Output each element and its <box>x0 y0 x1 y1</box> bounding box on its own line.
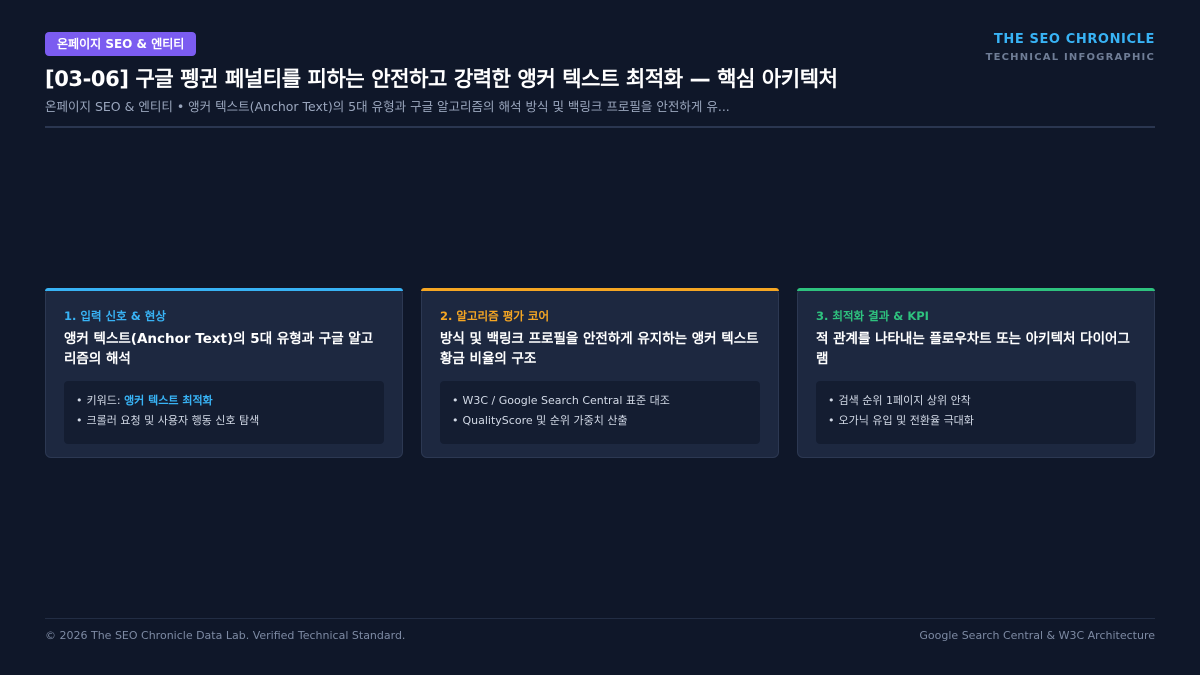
bullet-dot-icon: • <box>452 414 459 427</box>
card-detail-box: • 키워드: 앵커 텍스트 최적화 • 크롤러 요청 및 사용자 행동 신호 탐색 <box>64 381 384 444</box>
footer-copyright: © 2026 The SEO Chronicle Data Lab. Verif… <box>45 629 406 642</box>
bullet-dot-icon: • <box>76 394 83 407</box>
card-algorithm-core: 2. 알고리즘 평가 코어 방식 및 백링크 프로필을 안전하게 유지하는 앵커… <box>421 288 779 458</box>
list-item: • 키워드: 앵커 텍스트 최적화 <box>76 391 372 411</box>
list-item: • 크롤러 요청 및 사용자 행동 신호 탐색 <box>76 411 372 431</box>
card-detail-box: • 검색 순위 1페이지 상위 안착 • 오가닉 유입 및 전환율 극대화 <box>816 381 1136 444</box>
list-item: • QualityScore 및 순위 가중치 산출 <box>452 411 748 431</box>
list-item: • 검색 순위 1페이지 상위 안착 <box>828 391 1124 411</box>
item-text: 검색 순위 1페이지 상위 안착 <box>838 394 971 407</box>
card-step-label: 1. 입력 신호 & 현상 <box>64 309 166 323</box>
brand-subtitle: TECHNICAL INFOGRAPHIC <box>985 52 1155 63</box>
card-title: 적 관계를 나타내는 플로우차트 또는 아키텍처 다이어그램 <box>816 331 1130 367</box>
item-text: 크롤러 요청 및 사용자 행동 신호 탐색 <box>86 414 260 427</box>
footer-source: Google Search Central & W3C Architecture <box>919 629 1155 642</box>
card-title: 앵커 텍스트(Anchor Text)의 5대 유형과 구글 알고리즘의 해석 <box>64 331 374 367</box>
flow-cards: 1. 입력 신호 & 현상 앵커 텍스트(Anchor Text)의 5대 유형… <box>45 288 1155 458</box>
infographic-page: 온페이지 SEO & 엔티티 [03-06] 구글 펭귄 페널티를 피하는 안전… <box>0 0 1200 675</box>
bullet-dot-icon: • <box>828 414 835 427</box>
item-text: 오가닉 유입 및 전환율 극대화 <box>838 414 974 427</box>
item-prefix: 키워드: <box>86 394 125 407</box>
keyword-highlight: 앵커 텍스트 최적화 <box>124 394 213 407</box>
list-item: • W3C / Google Search Central 표준 대조 <box>452 391 748 411</box>
bullet-dot-icon: • <box>452 394 459 407</box>
card-step-label: 3. 최적화 결과 & KPI <box>816 309 929 323</box>
item-text: W3C / Google Search Central 표준 대조 <box>462 394 670 407</box>
item-text: QualityScore 및 순위 가중치 산출 <box>462 414 628 427</box>
header-divider <box>45 126 1155 128</box>
brand-block: THE SEO CHRONICLE TECHNICAL INFOGRAPHIC <box>986 32 1155 64</box>
brand-name: THE SEO CHRONICLE <box>993 32 1155 47</box>
bullet-dot-icon: • <box>828 394 835 407</box>
bullet-dot-icon: • <box>76 414 83 427</box>
card-accent-bar <box>45 288 403 291</box>
card-title: 방식 및 백링크 프로필을 안전하게 유지하는 앵커 텍스트 황금 비율의 구조 <box>440 331 759 367</box>
card-detail-box: • W3C / Google Search Central 표준 대조 • Qual… <box>440 381 760 444</box>
list-item: • 오가닉 유입 및 전환율 극대화 <box>828 411 1124 431</box>
card-input-signal: 1. 입력 신호 & 현상 앵커 텍스트(Anchor Text)의 5대 유형… <box>45 288 403 458</box>
card-results-kpi: 3. 최적화 결과 & KPI 적 관계를 나타내는 플로우차트 또는 아키텍처… <box>797 288 1155 458</box>
card-accent-bar <box>421 288 779 291</box>
page-subtitle: 온페이지 SEO & 엔티티 • 앵커 텍스트(Anchor Text)의 5대… <box>45 99 730 114</box>
category-badge: 온페이지 SEO & 엔티티 <box>45 32 197 56</box>
page-title: [03-06] 구글 펭귄 페널티를 피하는 안전하고 강력한 앵커 텍스트 최… <box>45 67 838 91</box>
card-step-label: 2. 알고리즘 평가 코어 <box>440 309 550 323</box>
footer-divider <box>45 618 1155 619</box>
card-accent-bar <box>797 288 1155 291</box>
